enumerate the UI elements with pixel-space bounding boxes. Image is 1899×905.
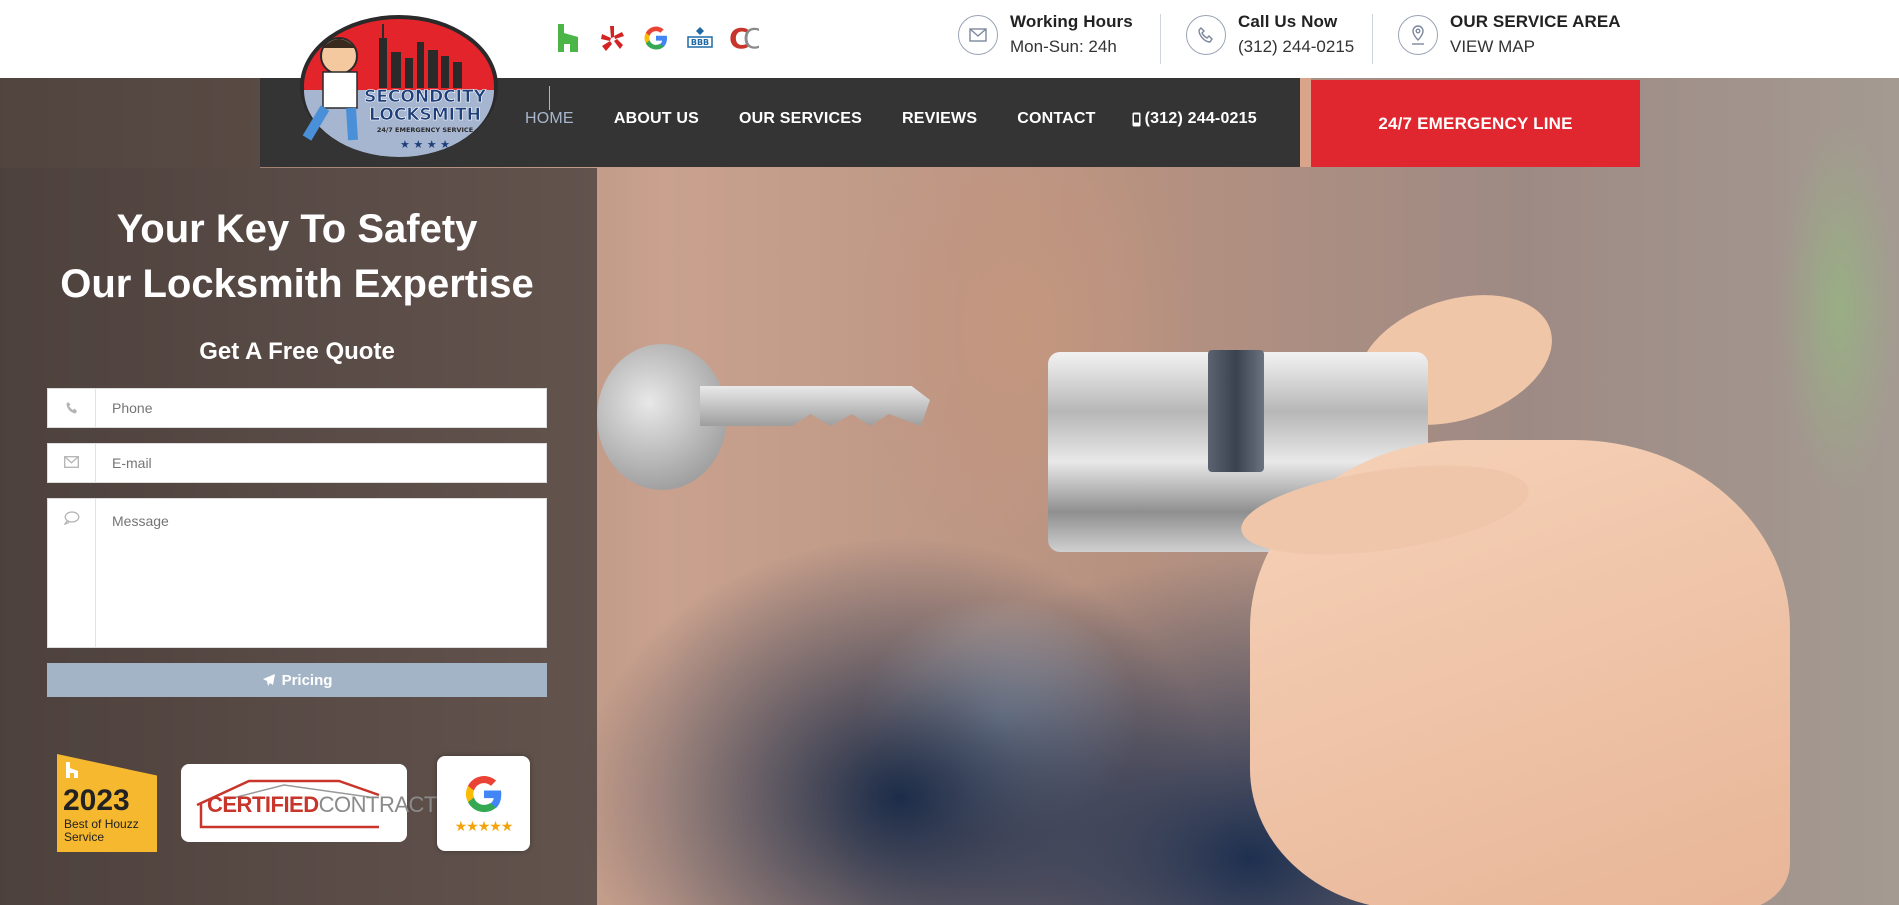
message-field[interactable] bbox=[47, 498, 547, 648]
lock-cylinder-ring bbox=[1208, 350, 1264, 472]
divider bbox=[1160, 14, 1161, 64]
site-logo[interactable]: SECONDCITY LOCKSMITH 24/7 EMERGENCY SERV… bbox=[283, 10, 505, 160]
nav-phone-number: (312) 244-0215 bbox=[1144, 110, 1257, 127]
phone-icon bbox=[1186, 14, 1226, 55]
call-us-now[interactable]: Call Us Now (312) 244-0215 bbox=[1186, 12, 1354, 57]
email-input[interactable] bbox=[96, 444, 546, 482]
star-rating: ★★★★★ bbox=[454, 818, 514, 834]
hero-headline: Your Key To Safety Our Locksmith Experti… bbox=[0, 202, 594, 312]
working-hours: Working Hours Mon-Sun: 24h bbox=[958, 12, 1133, 57]
certified-contractors-badge[interactable]: CERTIFIEDCONTRACTORS bbox=[181, 764, 483, 842]
houzz-line-2: Service bbox=[64, 830, 105, 844]
pricing-button[interactable]: Pricing bbox=[47, 663, 547, 697]
phone-icon bbox=[48, 389, 96, 427]
envelope-icon bbox=[958, 14, 998, 55]
working-hours-title: Working Hours bbox=[1010, 12, 1133, 31]
mobile-phone-icon bbox=[1132, 112, 1141, 126]
svg-text:C: C bbox=[743, 23, 759, 53]
phone-field[interactable] bbox=[47, 388, 547, 428]
phone-input[interactable] bbox=[96, 389, 546, 427]
service-area[interactable]: OUR SERVICE AREA VIEW MAP bbox=[1398, 12, 1621, 57]
google-reviews-badge[interactable]: ★★★★★ bbox=[437, 756, 530, 851]
working-hours-value: Mon-Sun: 24h bbox=[1010, 37, 1117, 56]
nav-edge bbox=[1300, 78, 1311, 167]
svg-text:BBB: BBB bbox=[691, 38, 709, 47]
nav-our-services[interactable]: OUR SERVICES bbox=[739, 110, 862, 128]
headline-line-2: Our Locksmith Expertise bbox=[60, 262, 534, 306]
view-map-link[interactable]: VIEW MAP bbox=[1450, 37, 1621, 57]
headline-line-1: Your Key To Safety bbox=[116, 207, 478, 251]
call-us-number[interactable]: (312) 244-0215 bbox=[1238, 37, 1354, 57]
certified-text: CERTIFIED bbox=[207, 792, 319, 817]
logo-line-3: 24/7 EMERGENCY SERVICE bbox=[377, 126, 473, 134]
bbb-icon[interactable]: BBB bbox=[685, 22, 715, 54]
logo-line-1: SECONDCITY bbox=[364, 87, 487, 107]
panel-top-shade bbox=[0, 78, 260, 168]
logo-line-2: LOCKSMITH bbox=[369, 105, 481, 125]
call-us-title: Call Us Now bbox=[1238, 12, 1338, 31]
speech-bubble-icon bbox=[48, 499, 96, 647]
active-indicator bbox=[549, 86, 550, 110]
nav-menu: HOME ABOUT US OUR SERVICES REVIEWS CONTA… bbox=[525, 110, 1257, 128]
houzz-icon[interactable] bbox=[553, 22, 583, 54]
message-input[interactable] bbox=[96, 499, 546, 647]
google-icon bbox=[465, 776, 501, 813]
pricing-label: Pricing bbox=[281, 671, 333, 689]
nav-contact[interactable]: CONTACT bbox=[1017, 110, 1095, 128]
service-area-title: OUR SERVICE AREA bbox=[1450, 12, 1621, 31]
email-field[interactable] bbox=[47, 443, 547, 483]
nav-about-us[interactable]: ABOUT US bbox=[614, 110, 699, 128]
emergency-line-button[interactable]: 24/7 EMERGENCY LINE bbox=[1311, 80, 1640, 167]
certified-contractors-icon[interactable]: CC bbox=[729, 22, 759, 54]
houzz-icon bbox=[66, 762, 78, 778]
houzz-year: 2023 bbox=[63, 784, 130, 817]
quote-form-title: Get A Free Quote bbox=[199, 338, 395, 365]
social-icons: BBB CC bbox=[553, 22, 759, 54]
paper-plane-icon bbox=[262, 674, 275, 686]
envelope-icon bbox=[48, 444, 96, 482]
map-pin-icon bbox=[1398, 14, 1438, 55]
nav-phone[interactable]: (312) 244-0215 bbox=[1132, 110, 1257, 128]
nav-reviews[interactable]: REVIEWS bbox=[902, 110, 977, 128]
svg-text:★ ★ ★ ★: ★ ★ ★ ★ bbox=[400, 138, 450, 151]
google-icon[interactable] bbox=[641, 22, 671, 54]
divider bbox=[1372, 14, 1373, 64]
nav-home[interactable]: HOME bbox=[525, 110, 574, 128]
yelp-icon[interactable] bbox=[597, 22, 627, 54]
